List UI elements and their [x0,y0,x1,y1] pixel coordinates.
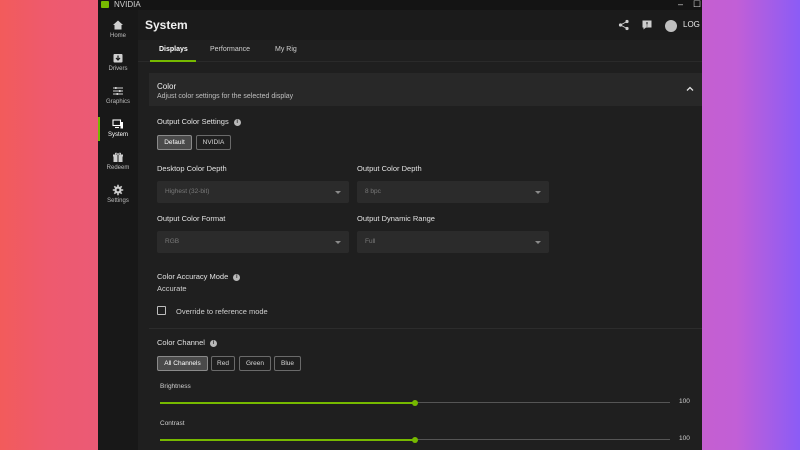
color-section-header[interactable]: Color Adjust color settings for the sele… [149,73,702,106]
login-button[interactable]: LOG IN [683,20,702,29]
blue-channel-button[interactable]: Blue [274,356,301,371]
dropdown-arrow-icon [335,241,341,244]
dropdown-value: 8 bpc [365,188,381,195]
info-icon[interactable]: i [209,340,217,347]
chevron-up-icon[interactable] [686,85,694,93]
output-dynamic-range-label: Output Dynamic Range [357,214,435,223]
color-channel-label: Color Channel i [157,338,217,347]
default-button[interactable]: Default [157,135,192,150]
tab-displays[interactable]: Displays [159,46,188,53]
app-name: NVIDIA [114,0,141,9]
sidebar-item-label: Redeem [106,165,130,171]
all-channels-button[interactable]: All Channels [157,356,208,371]
drivers-icon [113,54,123,63]
dropdown-arrow-icon [535,241,541,244]
home-icon [113,20,123,30]
dropdown-arrow-icon [535,191,541,194]
contrast-value[interactable]: 100 [679,435,690,442]
settings-icon [112,184,124,196]
contrast-slider-fill [160,438,415,441]
nvidia-logo-icon [101,1,109,8]
override-reference-checkbox[interactable] [157,306,166,315]
output-color-settings-label: Output Color Settings i [157,117,241,126]
brightness-slider-fill [160,401,415,404]
sidebar-item-settings[interactable]: Settings [98,179,138,211]
section-title: Color [157,82,177,91]
desktop-color-depth-label: Desktop Color Depth [157,164,227,173]
output-color-settings-text: Output Color Settings [157,117,229,126]
output-color-depth-dropdown[interactable]: 8 bpc [357,181,549,203]
share-icon[interactable] [618,19,630,31]
sidebar-item-home[interactable]: Home [98,14,138,46]
sidebar-item-drivers[interactable]: Drivers [98,47,138,79]
maximize-button[interactable]: ☐ [693,0,701,9]
section-subtitle: Adjust color settings for the selected d… [157,93,294,100]
page-title: System [145,18,188,32]
output-color-format-label: Output Color Format [157,214,226,223]
dropdown-value: Highest (32-bit) [165,188,210,195]
sidebar-item-label: System [107,132,128,138]
desktop-color-depth-dropdown[interactable]: Highest (32-bit) [157,181,349,203]
divider [149,328,702,329]
displays-content: Color Adjust color settings for the sele… [138,62,702,450]
nvidia-button[interactable]: NVIDIA [196,135,231,150]
sidebar: Home Drivers Graphics System Redeem Sett… [98,10,138,450]
contrast-label: Contrast [160,420,185,427]
output-color-format-dropdown[interactable]: RGB [157,231,349,253]
sidebar-item-redeem[interactable]: Redeem [98,146,138,178]
brightness-value[interactable]: 100 [679,398,690,405]
color-accuracy-mode-text: Color Accuracy Mode [157,272,229,281]
feedback-icon[interactable] [641,19,653,31]
system-icon [112,119,123,129]
graphics-icon [113,87,123,95]
sidebar-item-label: Settings [107,198,129,204]
brightness-label: Brightness [160,383,191,390]
sidebar-item-system[interactable]: System [98,113,138,145]
dropdown-arrow-icon [335,191,341,194]
dropdown-value: RGB [165,238,180,245]
nvidia-app-window: NVIDIA – ☐ Home Drivers Graphics System … [98,0,702,450]
green-channel-button[interactable]: Green [239,356,271,371]
sidebar-item-label: Home [109,33,126,39]
info-icon[interactable]: i [233,119,241,126]
user-avatar-icon[interactable] [665,20,677,32]
page-header: System LOG IN [138,10,702,40]
sidebar-item-graphics[interactable]: Graphics [98,80,138,112]
sidebar-item-label: Drivers [108,66,128,72]
output-color-depth-label: Output Color Depth [357,164,422,173]
title-bar: NVIDIA – ☐ [98,0,702,10]
redeem-icon [113,152,123,162]
tab-my-rig[interactable]: My Rig [275,46,297,53]
color-accuracy-mode-label: Color Accuracy Mode i [157,272,241,281]
color-accuracy-value: Accurate [157,284,187,293]
red-channel-button[interactable]: Red [211,356,235,371]
contrast-slider-handle[interactable] [412,436,418,443]
info-icon[interactable]: i [233,274,241,281]
tab-performance[interactable]: Performance [210,46,250,53]
brightness-slider-handle[interactable] [412,399,418,406]
sidebar-item-label: Graphics [105,99,130,105]
override-reference-label[interactable]: Override to reference mode [176,307,268,316]
color-channel-text: Color Channel [157,338,205,347]
tab-bar: Displays Performance My Rig [138,40,702,62]
output-dynamic-range-dropdown[interactable]: Full [357,231,549,253]
dropdown-value: Full [365,238,376,245]
minimize-button[interactable]: – [678,0,683,9]
